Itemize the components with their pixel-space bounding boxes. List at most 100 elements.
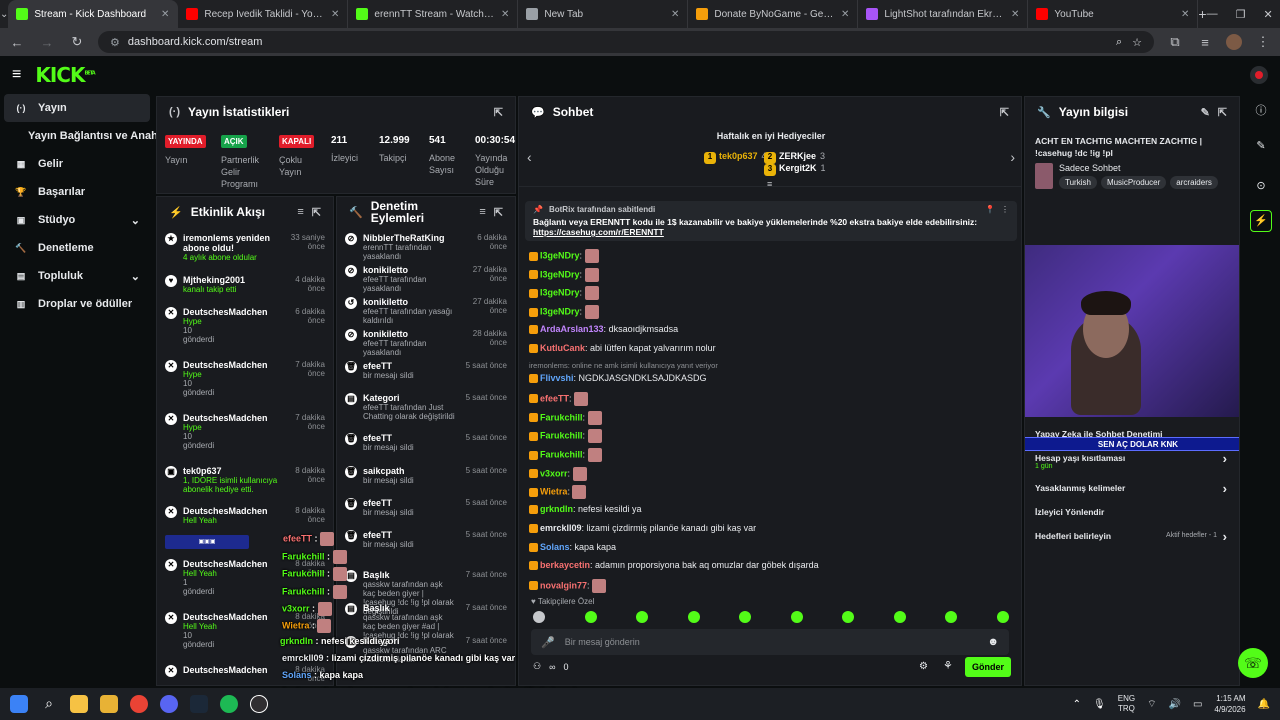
file-explorer-icon[interactable]: [70, 695, 88, 713]
settings-row[interactable]: Yasaklanmış kelimeler ›: [1025, 479, 1239, 503]
quick-emote-icon[interactable]: [687, 611, 700, 623]
tab-close-icon[interactable]: ✕: [671, 9, 679, 20]
settings-row[interactable]: Hedefleri belirleyin Aktif hedefler - 1 ›: [1025, 527, 1239, 551]
browser-tab[interactable]: New Tab ✕: [518, 0, 689, 28]
notifications-icon[interactable]: 🔔: [1258, 699, 1270, 710]
tab-close-icon[interactable]: ✕: [501, 9, 509, 20]
search-icon[interactable]: ⌕: [40, 695, 58, 713]
mod-icon[interactable]: ⚘: [943, 659, 953, 672]
browser-tab[interactable]: YouTube ✕: [1028, 0, 1199, 28]
infinity-icon[interactable]: ∞: [549, 662, 555, 672]
browser-menu-icon[interactable]: ⋮: [1254, 34, 1272, 50]
obs-icon[interactable]: [250, 695, 268, 713]
pen-icon[interactable]: ✎: [1242, 126, 1280, 166]
minimize-icon[interactable]: —: [1207, 8, 1218, 21]
quick-emote-icon[interactable]: [996, 611, 1009, 623]
tag-chip[interactable]: Turkish: [1059, 176, 1097, 189]
maximize-icon[interactable]: ❐: [1236, 8, 1246, 21]
sidebar-item[interactable]: ▥ Droplar ve ödüller: [4, 290, 150, 318]
chat-username[interactable]: I3geNDry: [540, 269, 580, 279]
pinned-menu-icon[interactable]: ⋮: [1001, 205, 1009, 214]
browser-tab[interactable]: LightShot tarafından Ekran Gör ✕: [858, 0, 1029, 28]
chat-username[interactable]: Flivvshi: [540, 373, 574, 383]
tab-close-icon[interactable]: ✕: [1011, 9, 1019, 20]
chrome-icon[interactable]: [130, 695, 148, 713]
sidebar-item[interactable]: (·) Yayın: [4, 94, 150, 122]
chat-username[interactable]: I3geNDry: [540, 288, 580, 298]
chat-username[interactable]: ArdaArslan133: [540, 324, 604, 334]
popout-icon[interactable]: ⇱: [494, 106, 503, 119]
chat-username[interactable]: efeeTT: [540, 393, 569, 403]
quick-emote-icon[interactable]: [739, 611, 752, 623]
windows-start-icon[interactable]: [10, 695, 28, 713]
browser-tab[interactable]: erennTT Stream - Watch Live o ✕: [348, 0, 519, 28]
tab-close-icon[interactable]: ✕: [841, 9, 849, 20]
popout-icon[interactable]: ⇱: [494, 206, 503, 219]
tab-close-icon[interactable]: ✕: [331, 9, 339, 20]
browser-tab[interactable]: Donate ByNoGame - Gelen/Gid ✕: [688, 0, 859, 28]
tab-close-icon[interactable]: ✕: [1181, 9, 1189, 20]
category-name[interactable]: Sadece Sohbet: [1059, 163, 1218, 173]
reload-icon[interactable]: ↻: [68, 34, 86, 50]
chat-username[interactable]: berkaycetin: [540, 560, 590, 570]
popout-icon[interactable]: ⇱: [1218, 106, 1227, 119]
popout-icon[interactable]: ⇱: [1000, 106, 1009, 119]
pinned-link[interactable]: https://casehug.com/r/ERENNTT: [533, 227, 1009, 237]
volume-icon[interactable]: 🔊: [1169, 699, 1181, 710]
tab-search-icon[interactable]: ⌄: [0, 9, 8, 20]
hamburger-menu-icon[interactable]: ≡: [12, 66, 21, 84]
chat-username[interactable]: Farukchill: [540, 431, 583, 441]
edit-icon[interactable]: ✎: [1201, 106, 1210, 119]
lightning-rail-icon[interactable]: ⚡: [1250, 210, 1272, 232]
quick-emote-icon[interactable]: [945, 611, 958, 623]
gifter[interactable]: 1tek0p6374: [704, 151, 767, 164]
back-icon[interactable]: ←: [8, 35, 26, 50]
new-tab-button[interactable]: +: [1198, 6, 1206, 22]
chat-username[interactable]: Wietra: [540, 487, 567, 497]
sidebar-item[interactable]: 🔨 Denetleme: [4, 234, 150, 262]
gifter[interactable]: 3 Kergit2K 1: [764, 163, 826, 176]
quick-emote-icon[interactable]: [893, 611, 906, 623]
filter-icon[interactable]: ≡: [479, 206, 485, 218]
tab-close-icon[interactable]: ✕: [161, 9, 169, 20]
mic-icon[interactable]: 🎤: [541, 636, 555, 649]
close-window-icon[interactable]: ✕: [1263, 8, 1272, 21]
users-icon[interactable]: ⚇: [533, 661, 541, 672]
quick-emote-icon[interactable]: [636, 611, 649, 623]
sidebar-item[interactable]: ▦ Gelir: [4, 150, 150, 178]
tag-chip[interactable]: MusicProducer: [1100, 176, 1167, 189]
battery-icon[interactable]: ▭: [1193, 699, 1202, 710]
quick-emote-icon[interactable]: [790, 611, 803, 623]
chat-username[interactable]: I3geNDry: [540, 250, 580, 260]
send-button[interactable]: Gönder: [965, 657, 1011, 677]
quick-emote-icon[interactable]: [533, 611, 545, 623]
quick-emote-icon[interactable]: [584, 611, 597, 623]
settings-row[interactable]: Hesap yaşı kısıtlaması 1 gün ›: [1025, 449, 1239, 479]
discord-icon[interactable]: [160, 695, 178, 713]
chat-username[interactable]: I3geNDry: [540, 306, 580, 316]
chat-input[interactable]: 🎤 Bir mesaj gönderin ☻: [531, 629, 1009, 655]
folder-icon[interactable]: [100, 695, 118, 713]
wifi-icon[interactable]: ⌔: [1147, 698, 1156, 711]
chevron-down-icon[interactable]: ⌄: [131, 214, 140, 227]
chat-username[interactable]: Solans: [540, 542, 570, 552]
sidebar-item[interactable]: ▤ Topluluk ⌄: [4, 262, 150, 290]
mic-tray-icon[interactable]: 🎙: [1093, 699, 1106, 710]
next-arrow-icon[interactable]: ›: [1010, 149, 1015, 165]
filter-icon[interactable]: ≡: [297, 206, 303, 218]
url-field[interactable]: ⚙ dashboard.kick.com/stream ⌕ ☆: [98, 31, 1154, 53]
emoji-icon[interactable]: ☻: [987, 636, 999, 648]
popout-icon[interactable]: ⇱: [312, 206, 321, 219]
chat-username[interactable]: emrckll09: [540, 523, 582, 533]
tray-arrow-icon[interactable]: ⌃: [1073, 699, 1081, 710]
bookmark-star-icon[interactable]: ☆: [1132, 36, 1142, 49]
chat-username[interactable]: KutluCank: [540, 343, 585, 353]
chat-username[interactable]: Farukchill: [540, 412, 583, 422]
chat-username[interactable]: novalgin77: [540, 580, 587, 590]
chat-username[interactable]: Farukchill: [540, 449, 583, 459]
chat-username[interactable]: v3xorr: [540, 468, 568, 478]
tag-chip[interactable]: arcraiders: [1170, 176, 1218, 189]
sidebar-item[interactable]: Yayın Bağlantısı ve Anahtarı: [4, 122, 175, 150]
zoom-icon[interactable]: ⌕: [1116, 36, 1122, 49]
help-chat-button[interactable]: ☏: [1238, 648, 1268, 678]
